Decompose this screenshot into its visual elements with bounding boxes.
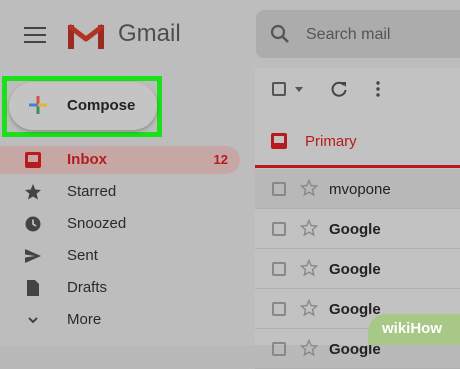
search-bar[interactable]: Search mail: [256, 10, 460, 58]
unread-count: 12: [213, 152, 228, 167]
gmail-logo-icon[interactable]: [66, 22, 106, 50]
search-input[interactable]: Search mail: [306, 26, 390, 44]
select-all-checkbox[interactable]: [272, 82, 286, 96]
plus-icon: [29, 96, 47, 114]
more-vert-icon[interactable]: [375, 80, 381, 98]
wikihow-watermark: wikiHow: [368, 314, 460, 345]
sidebar-item-more[interactable]: More: [0, 306, 240, 334]
email-sender: Google: [329, 221, 381, 238]
email-sender: Google: [329, 301, 381, 318]
draft-icon: [27, 280, 39, 296]
tab-label: Primary: [305, 133, 357, 150]
email-sender: mvopone: [329, 181, 391, 198]
sidebar-item-sent[interactable]: Sent: [0, 242, 240, 270]
sidebar-item-label: Sent: [67, 247, 98, 264]
table-row[interactable]: Google: [255, 249, 460, 289]
chevron-down-icon: [28, 317, 38, 324]
row-checkbox[interactable]: [272, 262, 286, 276]
refresh-icon[interactable]: [330, 80, 348, 98]
star-outline-icon[interactable]: [300, 259, 318, 277]
compose-label: Compose: [67, 97, 136, 114]
app-name: Gmail: [118, 20, 181, 47]
sidebar-item-starred[interactable]: Starred: [0, 178, 240, 206]
star-icon: [25, 184, 41, 200]
inbox-icon: [271, 133, 287, 149]
compose-button[interactable]: Compose: [9, 82, 157, 130]
sidebar-item-label: Inbox: [67, 151, 107, 168]
watermark-text: wikiHow: [382, 320, 443, 337]
sidebar-item-label: More: [67, 311, 102, 328]
row-checkbox[interactable]: [272, 342, 286, 356]
table-row[interactable]: mvopone: [255, 169, 460, 209]
inbox-icon: [25, 152, 41, 168]
clock-icon: [25, 216, 41, 232]
sidebar-item-label: Snoozed: [67, 215, 127, 232]
top-bar: Gmail Search mail: [0, 0, 460, 68]
star-outline-icon[interactable]: [300, 179, 318, 197]
tab-underline: [255, 165, 460, 168]
sidebar-item-label: Drafts: [67, 279, 108, 296]
tab-primary[interactable]: Primary: [255, 121, 460, 169]
select-dropdown-icon[interactable]: [295, 87, 303, 92]
star-outline-icon[interactable]: [300, 219, 318, 237]
main-menu-icon[interactable]: [24, 27, 46, 43]
send-icon: [25, 249, 41, 263]
row-checkbox[interactable]: [272, 182, 286, 196]
sidebar-item-drafts[interactable]: Drafts: [0, 274, 240, 302]
sidebar-item-snoozed[interactable]: Snoozed: [0, 210, 240, 238]
mail-list-panel: Primary mvopone Google Google Google Goo…: [255, 68, 460, 369]
search-icon[interactable]: [270, 24, 290, 44]
row-checkbox[interactable]: [272, 302, 286, 316]
email-sender: Google: [329, 261, 381, 278]
sidebar-item-label: Starred: [67, 183, 117, 200]
table-row[interactable]: Google: [255, 209, 460, 249]
star-outline-icon[interactable]: [300, 339, 318, 357]
sidebar-item-inbox[interactable]: Inbox 12: [0, 146, 240, 174]
row-checkbox[interactable]: [272, 222, 286, 236]
star-outline-icon[interactable]: [300, 299, 318, 317]
